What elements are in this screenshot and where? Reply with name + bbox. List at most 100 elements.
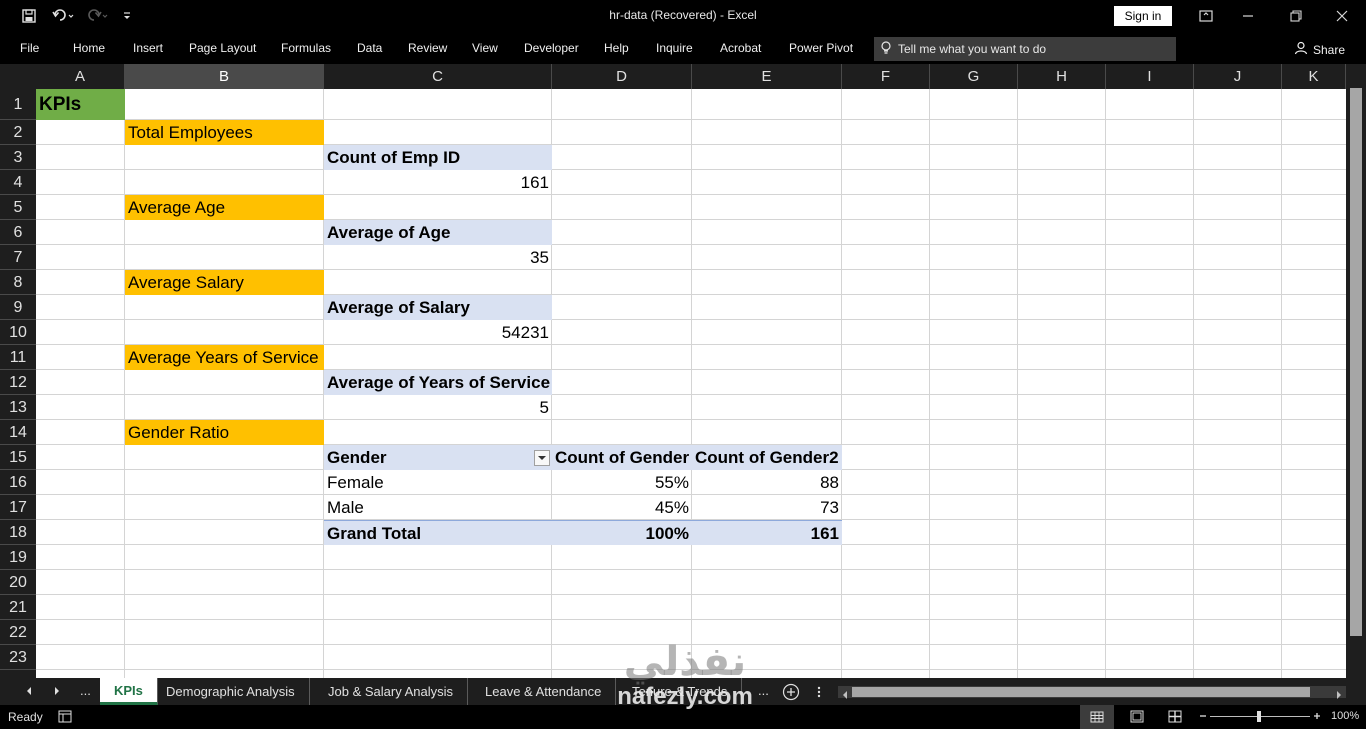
normal-view-icon[interactable]	[1080, 705, 1114, 729]
tab-inquire[interactable]: Inquire	[656, 41, 693, 55]
row-header-8[interactable]: 8	[0, 270, 36, 295]
sign-in-button[interactable]: Sign in	[1114, 6, 1172, 26]
pivot-header-average-age[interactable]: Average of Age	[324, 220, 552, 245]
column-header-j[interactable]: J	[1194, 64, 1282, 89]
tab-formulas[interactable]: Formulas	[281, 41, 331, 55]
add-sheet-icon[interactable]	[782, 683, 800, 704]
pivot-value-male-pct[interactable]: 45%	[552, 495, 692, 520]
row-header-6[interactable]: 6	[0, 220, 36, 245]
column-header-c[interactable]: C	[324, 64, 552, 89]
tab-page-layout[interactable]: Page Layout	[189, 41, 256, 55]
more-sheets-left[interactable]: ...	[80, 683, 91, 698]
tab-help[interactable]: Help	[604, 41, 629, 55]
pivot-header-count-of-gender[interactable]: Count of Gender	[552, 445, 692, 470]
tab-insert[interactable]: Insert	[133, 41, 163, 55]
column-header-a[interactable]: A	[36, 64, 125, 89]
row-header-5[interactable]: 5	[0, 195, 36, 220]
pivot-grand-total-label[interactable]: Grand Total	[324, 520, 552, 545]
tab-home[interactable]: Home	[73, 41, 105, 55]
column-header-i[interactable]: I	[1106, 64, 1194, 89]
scroll-tabs-left-icon[interactable]	[24, 685, 34, 700]
kpi-label-total-employees[interactable]: Total Employees	[125, 120, 324, 145]
tab-view[interactable]: View	[472, 41, 498, 55]
row-header-18[interactable]: 18	[0, 520, 36, 545]
row-header-15[interactable]: 15	[0, 445, 36, 470]
tab-split-handle-icon[interactable]	[816, 685, 822, 702]
pivot-value-average-years-of-service[interactable]: 5	[324, 395, 552, 420]
tab-power-pivot[interactable]: Power Pivot	[789, 41, 853, 55]
worksheet-grid[interactable]: KPIs Total Employees Count of Emp ID 161…	[36, 89, 1346, 678]
row-header-19[interactable]: 19	[0, 545, 36, 570]
row-header-12[interactable]: 12	[0, 370, 36, 395]
pivot-value-female-pct[interactable]: 55%	[552, 470, 692, 495]
pivot-value-female-count[interactable]: 88	[692, 470, 842, 495]
pivot-header-average-years-of-service[interactable]: Average of Years of Service	[324, 370, 552, 395]
pivot-header-count-of-gender2[interactable]: Count of Gender2	[692, 445, 842, 470]
pivot-row-label-male[interactable]: Male	[324, 495, 552, 520]
sheet-tab-kpis[interactable]: KPIs	[100, 678, 158, 705]
zoom-out-icon[interactable]	[1198, 709, 1208, 726]
column-header-e[interactable]: E	[692, 64, 842, 89]
pivot-value-male-count[interactable]: 73	[692, 495, 842, 520]
row-header-13[interactable]: 13	[0, 395, 36, 420]
kpi-label-average-salary[interactable]: Average Salary	[125, 270, 324, 295]
row-header-1[interactable]: 1	[0, 89, 36, 120]
column-header-h[interactable]: H	[1018, 64, 1106, 89]
pivot-value-average-salary[interactable]: 54231	[324, 320, 552, 345]
kpis-title-cell[interactable]: KPIs	[36, 89, 125, 120]
row-header-14[interactable]: 14	[0, 420, 36, 445]
hscroll-left-icon[interactable]	[840, 687, 850, 705]
tell-me-search[interactable]: Tell me what you want to do	[874, 37, 1176, 61]
pivot-header-count-emp-id[interactable]: Count of Emp ID	[324, 145, 552, 170]
pivot-grand-total-count[interactable]: 161	[692, 520, 842, 545]
row-header-4[interactable]: 4	[0, 170, 36, 195]
row-header-10[interactable]: 10	[0, 320, 36, 345]
pivot-value-count-emp-id[interactable]: 161	[324, 170, 552, 195]
vertical-scroll-thumb[interactable]	[1350, 88, 1362, 636]
row-header-17[interactable]: 17	[0, 495, 36, 520]
horizontal-scroll-thumb[interactable]	[852, 687, 1310, 697]
close-icon[interactable]	[1326, 4, 1358, 28]
macro-record-icon[interactable]	[58, 710, 72, 726]
pivot-header-average-salary[interactable]: Average of Salary	[324, 295, 552, 320]
row-header-7[interactable]: 7	[0, 245, 36, 270]
page-break-view-icon[interactable]	[1168, 710, 1182, 726]
minimize-icon[interactable]	[1232, 4, 1264, 28]
column-header-f[interactable]: F	[842, 64, 930, 89]
restore-icon[interactable]	[1280, 4, 1312, 28]
pivot-row-label-female[interactable]: Female	[324, 470, 552, 495]
pivot-header-gender[interactable]: Gender	[324, 445, 552, 470]
tab-developer[interactable]: Developer	[524, 41, 579, 55]
row-header-21[interactable]: 21	[0, 595, 36, 620]
zoom-level[interactable]: 100%	[1331, 710, 1359, 722]
zoom-in-icon[interactable]	[1312, 709, 1322, 726]
sheet-tab-demographic-analysis[interactable]: Demographic Analysis	[152, 678, 310, 705]
row-header-22[interactable]: 22	[0, 620, 36, 645]
column-header-d[interactable]: D	[552, 64, 692, 89]
row-header-9[interactable]: 9	[0, 295, 36, 320]
sheet-tab-job-salary-analysis[interactable]: Job & Salary Analysis	[314, 678, 469, 705]
kpi-label-average-age[interactable]: Average Age	[125, 195, 324, 220]
tab-review[interactable]: Review	[408, 41, 447, 55]
page-layout-view-icon[interactable]	[1130, 710, 1144, 726]
column-header-k[interactable]: K	[1282, 64, 1346, 89]
scroll-tabs-right-icon[interactable]	[52, 685, 62, 700]
row-header-3[interactable]: 3	[0, 145, 36, 170]
sheet-tab-tenure-trends[interactable]: Tenure & Trends	[618, 678, 743, 705]
tab-file[interactable]: File	[20, 41, 39, 55]
row-header-11[interactable]: 11	[0, 345, 36, 370]
kpi-label-average-years-of-service[interactable]: Average Years of Service	[125, 345, 324, 370]
hscroll-right-icon[interactable]	[1334, 687, 1344, 705]
row-header-23[interactable]: 23	[0, 645, 36, 670]
more-sheets-right[interactable]: ...	[758, 683, 769, 698]
zoom-slider-thumb[interactable]	[1257, 711, 1261, 722]
row-header-16[interactable]: 16	[0, 470, 36, 495]
pivot-grand-total-pct[interactable]: 100%	[552, 520, 692, 545]
share-button[interactable]: Share	[1294, 41, 1345, 58]
row-header-20[interactable]: 20	[0, 570, 36, 595]
row-header-2[interactable]: 2	[0, 120, 36, 145]
tab-data[interactable]: Data	[357, 41, 382, 55]
column-header-g[interactable]: G	[930, 64, 1018, 89]
column-header-b[interactable]: B	[125, 64, 324, 89]
gender-filter-dropdown[interactable]	[534, 450, 550, 466]
